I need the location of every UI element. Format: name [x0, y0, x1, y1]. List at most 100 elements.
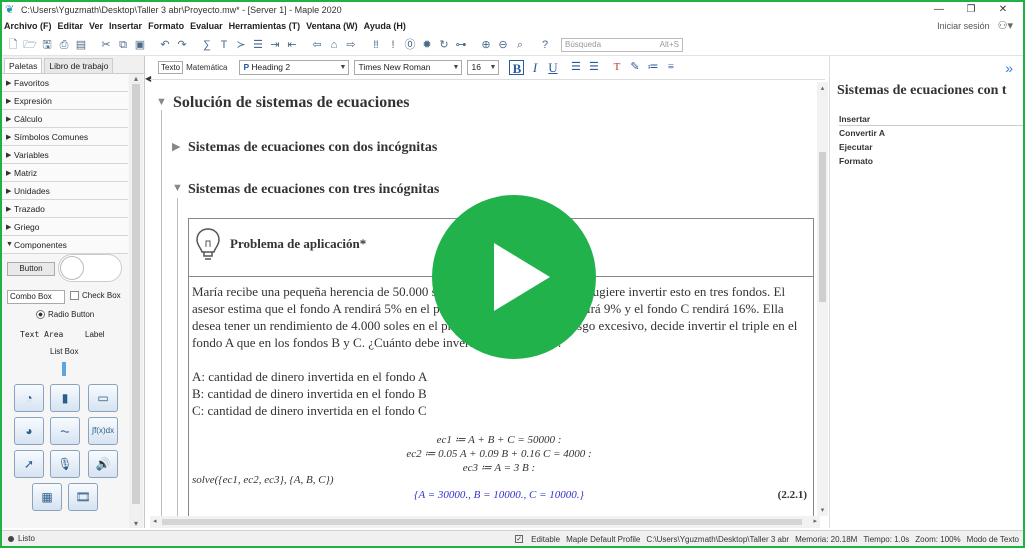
- zoom-icon[interactable]: ⌕: [513, 38, 527, 52]
- underline-icon[interactable]: U: [545, 60, 560, 75]
- scroll-up-icon[interactable]: ▴: [817, 84, 828, 92]
- zoom-out-icon[interactable]: ⊖: [496, 38, 510, 52]
- bold-icon[interactable]: B: [509, 60, 525, 76]
- execute-all-icon[interactable]: ‼: [369, 38, 383, 52]
- palette-variables[interactable]: ▶ Variables: [2, 146, 128, 164]
- component-toggle[interactable]: [58, 254, 122, 282]
- scroll-thumb[interactable]: [132, 84, 140, 504]
- outdent-icon[interactable]: ⇤: [285, 38, 299, 52]
- open-icon[interactable]: 🗁: [23, 38, 37, 52]
- menu-archivo[interactable]: Archivo (F): [4, 21, 52, 31]
- print-icon[interactable]: ⎙: [57, 38, 71, 52]
- help-icon[interactable]: ?: [538, 38, 552, 52]
- scroll-down-icon[interactable]: ▾: [817, 506, 828, 514]
- table-grid-icon[interactable]: ▦: [32, 483, 62, 511]
- expand-panel-icon[interactable]: »: [1005, 60, 1013, 76]
- paste-icon[interactable]: ▣: [133, 38, 147, 52]
- subsection-expand-icon[interactable]: ▶: [172, 140, 180, 153]
- style-select[interactable]: P Heading 2 ▼: [239, 60, 350, 75]
- menu-ventana[interactable]: Ventana (W): [306, 21, 358, 31]
- context-item-ejecutar[interactable]: Ejecutar: [839, 140, 1023, 154]
- text-mode-button[interactable]: Texto: [158, 61, 184, 74]
- restart-icon[interactable]: ↻: [437, 38, 451, 52]
- font-size-select[interactable]: 16 ▼: [467, 60, 500, 75]
- scroll-down-icon[interactable]: ▾: [129, 519, 143, 528]
- text-color-icon[interactable]: T: [609, 60, 624, 75]
- redo-icon[interactable]: ↷: [175, 38, 189, 52]
- palette-expresion[interactable]: ▶ Expresión: [2, 92, 128, 110]
- palette-trazado[interactable]: ▶ Trazado: [2, 200, 128, 218]
- scroll-left-icon[interactable]: ◂: [153, 516, 157, 528]
- equation-2[interactable]: ec2 ≔ 0.05 A + 0.09 B + 0.16 C = 4000 :: [189, 447, 809, 460]
- menu-formato[interactable]: Formato: [148, 21, 184, 31]
- context-item-formato[interactable]: Formato: [839, 154, 1023, 168]
- undo-icon[interactable]: ↶: [158, 38, 172, 52]
- signin-link[interactable]: Iniciar sesión: [937, 18, 990, 34]
- speaker-icon[interactable]: 🔊: [88, 450, 118, 478]
- component-list-box[interactable]: List Box: [50, 347, 78, 356]
- zoom-in-icon[interactable]: ⊕: [479, 38, 493, 52]
- palette-simbolos-comunes[interactable]: ▶ Símbolos Comunes: [2, 128, 128, 146]
- microphone-icon[interactable]: 🎙: [50, 450, 80, 478]
- print-preview-icon[interactable]: ▤: [74, 38, 88, 52]
- close-button[interactable]: ✕: [987, 2, 1019, 18]
- component-check-box[interactable]: Check Box: [70, 291, 121, 300]
- menu-editar[interactable]: Editar: [58, 21, 84, 31]
- indent-icon[interactable]: ⇥: [268, 38, 282, 52]
- palette-calculo[interactable]: ▶ Cálculo: [2, 110, 128, 128]
- component-button[interactable]: Button: [7, 262, 55, 276]
- menu-evaluar[interactable]: Evaluar: [190, 21, 223, 31]
- numbered-list-icon[interactable]: ≔: [645, 60, 660, 75]
- editable-toggle[interactable]: ✓ Editable: [509, 535, 560, 544]
- tab-libro-de-trabajo[interactable]: Libro de trabajo: [44, 58, 114, 73]
- palettes-scrollbar[interactable]: ▴ ▾: [129, 74, 143, 528]
- text-mode-icon[interactable]: T: [217, 38, 231, 52]
- back-icon[interactable]: ⇦: [310, 38, 324, 52]
- palette-matriz[interactable]: ▶ Matriz: [2, 164, 128, 182]
- math-mode-icon[interactable]: ∑: [200, 38, 214, 52]
- plot-icon[interactable]: ⏦: [50, 417, 80, 445]
- video-play-button[interactable]: [432, 195, 596, 359]
- cut-icon[interactable]: ✂: [99, 38, 113, 52]
- dial-icon[interactable]: ◔: [14, 384, 44, 412]
- document-horizontal-scrollbar[interactable]: ◂ ▸: [150, 516, 820, 528]
- forward-icon[interactable]: ⇨: [344, 38, 358, 52]
- section-collapse-icon[interactable]: ▼: [156, 96, 167, 108]
- highlight-icon[interactable]: ✎: [627, 60, 642, 75]
- scroll-right-icon[interactable]: ▸: [813, 516, 817, 528]
- rotary-gauge-icon[interactable]: ◕: [14, 417, 44, 445]
- execute-icon[interactable]: !: [386, 38, 400, 52]
- search-input[interactable]: Búsqueda Alt+S: [561, 37, 683, 52]
- minimize-button[interactable]: —: [923, 2, 955, 18]
- menu-herramientas[interactable]: Herramientas (T): [229, 21, 301, 31]
- restore-button[interactable]: ❐: [955, 2, 987, 18]
- font-select[interactable]: Times New Roman ▼: [354, 60, 463, 75]
- table-icon[interactable]: ☰: [251, 38, 265, 52]
- scroll-up-icon[interactable]: ▴: [129, 74, 143, 83]
- meter-icon[interactable]: ▮: [50, 384, 80, 412]
- align-center-icon[interactable]: ☰: [586, 60, 601, 75]
- interrupt-icon[interactable]: ⓪: [403, 38, 417, 52]
- video-icon[interactable]: 🎞: [68, 483, 98, 511]
- debug-icon[interactable]: ✹: [420, 38, 434, 52]
- component-slider[interactable]: [62, 362, 66, 376]
- component-text-area[interactable]: Text Area: [20, 330, 63, 339]
- document-vertical-scrollbar[interactable]: ▴ ▾: [817, 82, 828, 516]
- subsection-collapse-icon[interactable]: ▼: [172, 182, 183, 194]
- solve-command[interactable]: solve({ec1, ec2, ec3}, {A, B, C}): [192, 474, 334, 486]
- slider-icon[interactable]: ▭: [88, 384, 118, 412]
- component-label[interactable]: Label: [85, 330, 105, 339]
- scroll-thumb[interactable]: [162, 519, 802, 525]
- component-combo-box[interactable]: Combo Box: [7, 290, 65, 304]
- link-icon[interactable]: ⊶: [454, 38, 468, 52]
- save-icon[interactable]: 🖫: [40, 38, 54, 52]
- user-icon[interactable]: ⚇▾: [998, 18, 1013, 34]
- palette-unidades[interactable]: ▶ Unidades: [2, 182, 128, 200]
- context-item-insertar[interactable]: Insertar: [839, 112, 1023, 126]
- align-left-icon[interactable]: ☰: [568, 60, 583, 75]
- menu-ayuda[interactable]: Ayuda (H): [364, 21, 406, 31]
- palette-favoritos[interactable]: ▶ Favoritos: [2, 74, 128, 92]
- equation-3[interactable]: ec3 ≔ A = 3 B :: [189, 461, 809, 474]
- context-item-convertir[interactable]: Convertir A: [839, 126, 1023, 140]
- component-radio-button[interactable]: Radio Button: [36, 310, 94, 319]
